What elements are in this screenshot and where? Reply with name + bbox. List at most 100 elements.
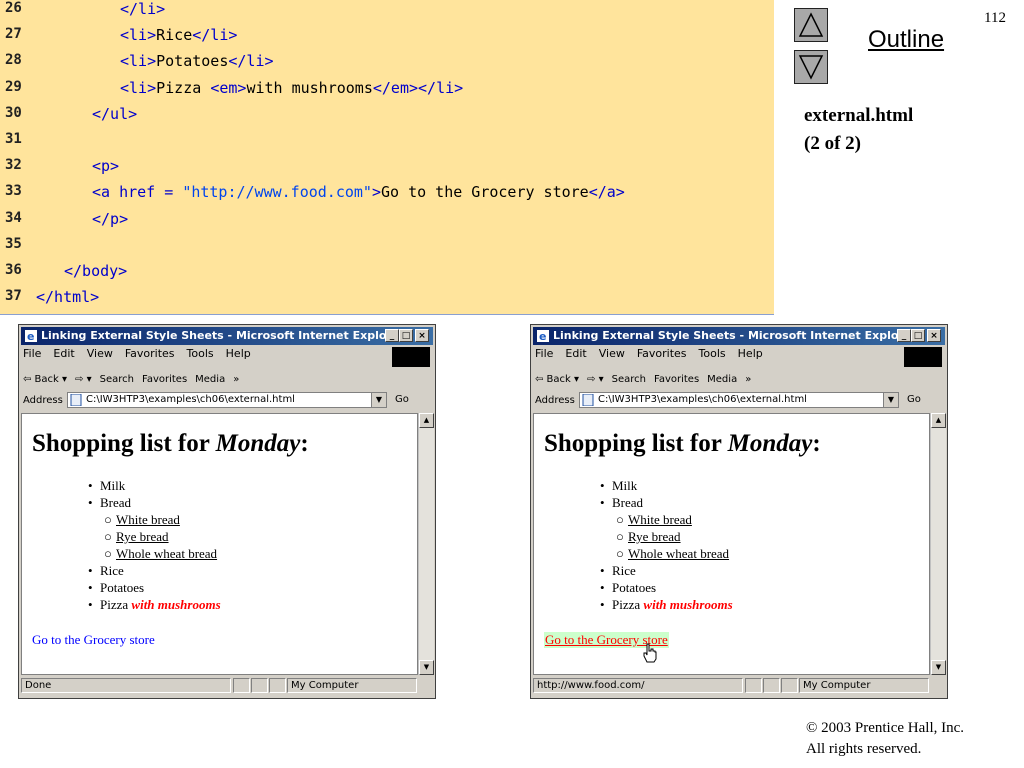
line-number: 34 (5, 209, 22, 226)
media-button[interactable]: Media (707, 369, 737, 391)
bullet-circle-icon: ○ (616, 529, 624, 544)
menu-item-help[interactable]: Help (226, 347, 251, 360)
list-item: ○ White bread (616, 511, 692, 528)
menu-item-view[interactable]: View (87, 347, 113, 360)
code-token: </body> (64, 262, 128, 280)
maximize-button[interactable]: □ (399, 329, 413, 342)
menu-item-file[interactable]: File (23, 347, 41, 360)
outline-link[interactable]: Outline (868, 26, 944, 54)
menu-item-tools[interactable]: Tools (187, 347, 214, 360)
list-item: ○ White bread (104, 511, 180, 528)
scroll-up-button[interactable]: ▲ (419, 413, 434, 428)
list-item: ○ Whole wheat bread (104, 545, 217, 562)
line-number: 27 (5, 26, 22, 43)
menu-item-tools[interactable]: Tools (699, 347, 726, 360)
list-item-text: Bread (612, 495, 644, 510)
list-item: • Milk (600, 477, 637, 494)
close-button[interactable]: × (927, 329, 941, 342)
list-item-link[interactable]: Rye bread (628, 529, 681, 544)
search-button[interactable]: Search (612, 369, 646, 391)
hand-cursor-icon (642, 643, 658, 668)
list-item-text: Milk (612, 478, 638, 493)
next-slide-button[interactable] (794, 50, 828, 84)
page-content: Shopping list for Monday: • Milk • Bread ○ Whi… (21, 413, 418, 675)
menu-item-edit[interactable]: Edit (53, 347, 74, 360)
minimize-button[interactable]: _ (385, 329, 399, 342)
grocery-link[interactable]: Go to the Grocery store (32, 632, 155, 648)
heading-suffix: : (812, 430, 821, 457)
previous-slide-button[interactable] (794, 8, 828, 42)
browser-window-hover: e Linking External Style Sheets - Microso… (530, 324, 948, 699)
scroll-down-button[interactable]: ▼ (419, 660, 434, 675)
status-zone: My Computer (799, 678, 929, 693)
media-button[interactable]: Media (195, 369, 225, 391)
list-item: • Milk (88, 477, 125, 494)
menu-item-favorites[interactable]: Favorites (125, 347, 175, 360)
code-text: </body> (64, 262, 127, 280)
title-bar: e Linking External Style Sheets - Microso… (21, 327, 433, 345)
pizza-emphasis: with mushrooms (131, 597, 221, 612)
favorites-button[interactable]: Favorites (142, 369, 187, 391)
vertical-scrollbar[interactable]: ▲ ▼ (418, 413, 434, 675)
address-dropdown[interactable]: ▼ (371, 393, 386, 407)
back-button[interactable]: ⇦ Back ▾ (23, 369, 67, 391)
code-token: Pizza (156, 78, 211, 97)
forward-button[interactable]: ⇨ ▾ (75, 369, 92, 391)
code-token: </p> (92, 209, 129, 228)
minimize-button[interactable]: _ (897, 329, 911, 342)
maximize-button[interactable]: □ (911, 329, 925, 342)
down-triangle-icon (798, 55, 824, 80)
menu-item-edit[interactable]: Edit (565, 347, 586, 360)
forward-button[interactable]: ⇨ ▾ (587, 369, 604, 391)
code-token: <li> (120, 52, 157, 71)
status-pane (745, 678, 762, 693)
bullet-circle-icon: ○ (104, 546, 112, 561)
file-title-name: external.html (804, 105, 914, 126)
code-token: </em></li> (372, 78, 464, 97)
list-item-link[interactable]: Whole wheat bread (628, 546, 729, 561)
copyright-line: © 2003 Prentice Hall, Inc. (806, 720, 965, 736)
line-number: 33 (5, 183, 22, 200)
bullet-disc-icon: • (88, 580, 93, 595)
list-item-link[interactable]: White bread (628, 512, 692, 527)
title-bar: e Linking External Style Sheets - Microso… (533, 327, 945, 345)
code-token: Go to the Grocery store (381, 183, 589, 202)
list-item-link[interactable]: Whole wheat bread (116, 546, 217, 561)
code-text: </p> (92, 210, 128, 228)
list-item-link[interactable]: Rye bread (116, 529, 169, 544)
menu-item-file[interactable]: File (535, 347, 553, 360)
list-item-text: Bread (100, 495, 132, 510)
toolbar-more-button[interactable]: » (745, 369, 751, 391)
page-heading: Shopping list for Monday: (32, 430, 309, 458)
address-input[interactable]: C:\IW3HTP3\examples\ch06\external.html (579, 392, 899, 408)
list-item-text: Potatoes (100, 580, 145, 595)
scroll-down-button[interactable]: ▼ (931, 660, 946, 675)
code-line: 33 <a href = "http://www.food.com">Go to … (0, 183, 774, 209)
close-button[interactable]: × (415, 329, 429, 342)
bullet-disc-icon: • (88, 495, 93, 510)
go-button[interactable]: Go (395, 394, 409, 405)
menu-item-favorites[interactable]: Favorites (637, 347, 687, 360)
favorites-button[interactable]: Favorites (654, 369, 699, 391)
menu-item-view[interactable]: View (599, 347, 625, 360)
address-input[interactable]: C:\IW3HTP3\examples\ch06\external.html (67, 392, 387, 408)
list-item-text: Potatoes (612, 580, 657, 595)
list-item-link[interactable]: White bread (116, 512, 180, 527)
go-button[interactable]: Go (907, 394, 921, 405)
up-triangle-icon (798, 12, 824, 37)
toolbar-more-button[interactable]: » (233, 369, 239, 391)
code-line: 26 </li> (0, 0, 774, 26)
search-button[interactable]: Search (100, 369, 134, 391)
code-token: <em> (210, 78, 247, 97)
scroll-up-button[interactable]: ▲ (931, 413, 946, 428)
back-button[interactable]: ⇦ Back ▾ (535, 369, 579, 391)
status-pane (269, 678, 286, 693)
list-item: • Potatoes (88, 579, 144, 596)
vertical-scrollbar[interactable]: ▲ ▼ (930, 413, 946, 675)
status-text: http://www.food.com/ (533, 678, 743, 693)
address-dropdown[interactable]: ▼ (883, 393, 898, 407)
page-content: Shopping list for Monday: • Milk • Bread ○ Whi… (533, 413, 930, 675)
menu-item-help[interactable]: Help (738, 347, 763, 360)
status-pane (233, 678, 250, 693)
menu-bar: File Edit View Favorites Tools Help (23, 347, 263, 365)
